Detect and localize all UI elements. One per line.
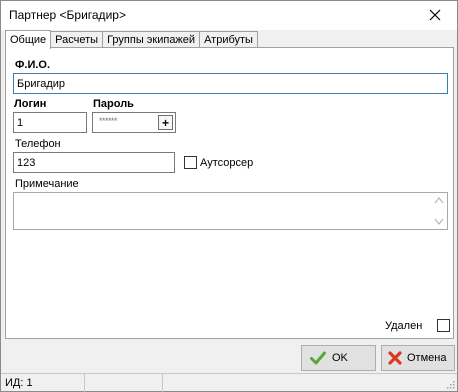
login-label: Логин — [14, 98, 47, 110]
resize-grip-icon[interactable] — [445, 379, 455, 389]
tab-general[interactable]: Общие — [5, 30, 52, 49]
scroll-up-icon[interactable] — [434, 196, 444, 204]
tab-attributes[interactable]: Атрибуты — [199, 31, 258, 48]
close-button[interactable] — [415, 1, 455, 29]
password-field[interactable]: ****** + — [92, 112, 176, 133]
outsourcer-label: Аутсорсер — [200, 157, 254, 169]
password-set-button[interactable]: + — [158, 115, 173, 130]
tab-strip: Общие Расчеты Группы экипажей Атрибуты — [5, 30, 258, 49]
phone-label: Телефон — [15, 138, 61, 150]
title-bar: Партнер <Бригадир> — [1, 1, 457, 30]
ok-button-label: OK — [332, 352, 348, 364]
status-bar: ИД: 1 — [1, 373, 457, 392]
button-bar: OK Отмена — [1, 340, 457, 373]
cancel-button[interactable]: Отмена — [381, 345, 455, 371]
login-input[interactable] — [13, 112, 87, 133]
outsourcer-checkbox[interactable] — [184, 156, 197, 169]
note-label: Примечание — [15, 178, 79, 190]
deleted-label: Удален — [385, 320, 423, 332]
tab-payments[interactable]: Расчеты — [50, 31, 104, 48]
checkmark-icon — [310, 351, 326, 365]
dialog-window: Партнер <Бригадир> Общие Расчеты Группы … — [0, 0, 458, 392]
cross-icon — [388, 351, 402, 365]
password-mask: ****** — [99, 116, 118, 126]
window-title: Партнер <Бригадир> — [9, 8, 126, 22]
general-tab-panel: Ф.И.О. Логин Пароль ****** + Телефон Аут… — [5, 47, 454, 339]
cancel-button-label: Отмена — [407, 352, 447, 364]
status-id: ИД: 1 — [1, 374, 85, 392]
phone-input[interactable] — [13, 152, 175, 173]
fio-label: Ф.И.О. — [15, 59, 51, 71]
note-textarea[interactable] — [13, 192, 448, 230]
status-panel — [85, 374, 163, 392]
scroll-down-icon[interactable] — [434, 218, 444, 226]
password-label: Пароль — [93, 98, 134, 110]
deleted-checkbox[interactable] — [437, 319, 450, 332]
tab-crew-groups[interactable]: Группы экипажей — [102, 31, 201, 48]
fio-input[interactable] — [13, 73, 448, 94]
close-icon — [429, 9, 441, 21]
ok-button[interactable]: OK — [301, 345, 376, 371]
